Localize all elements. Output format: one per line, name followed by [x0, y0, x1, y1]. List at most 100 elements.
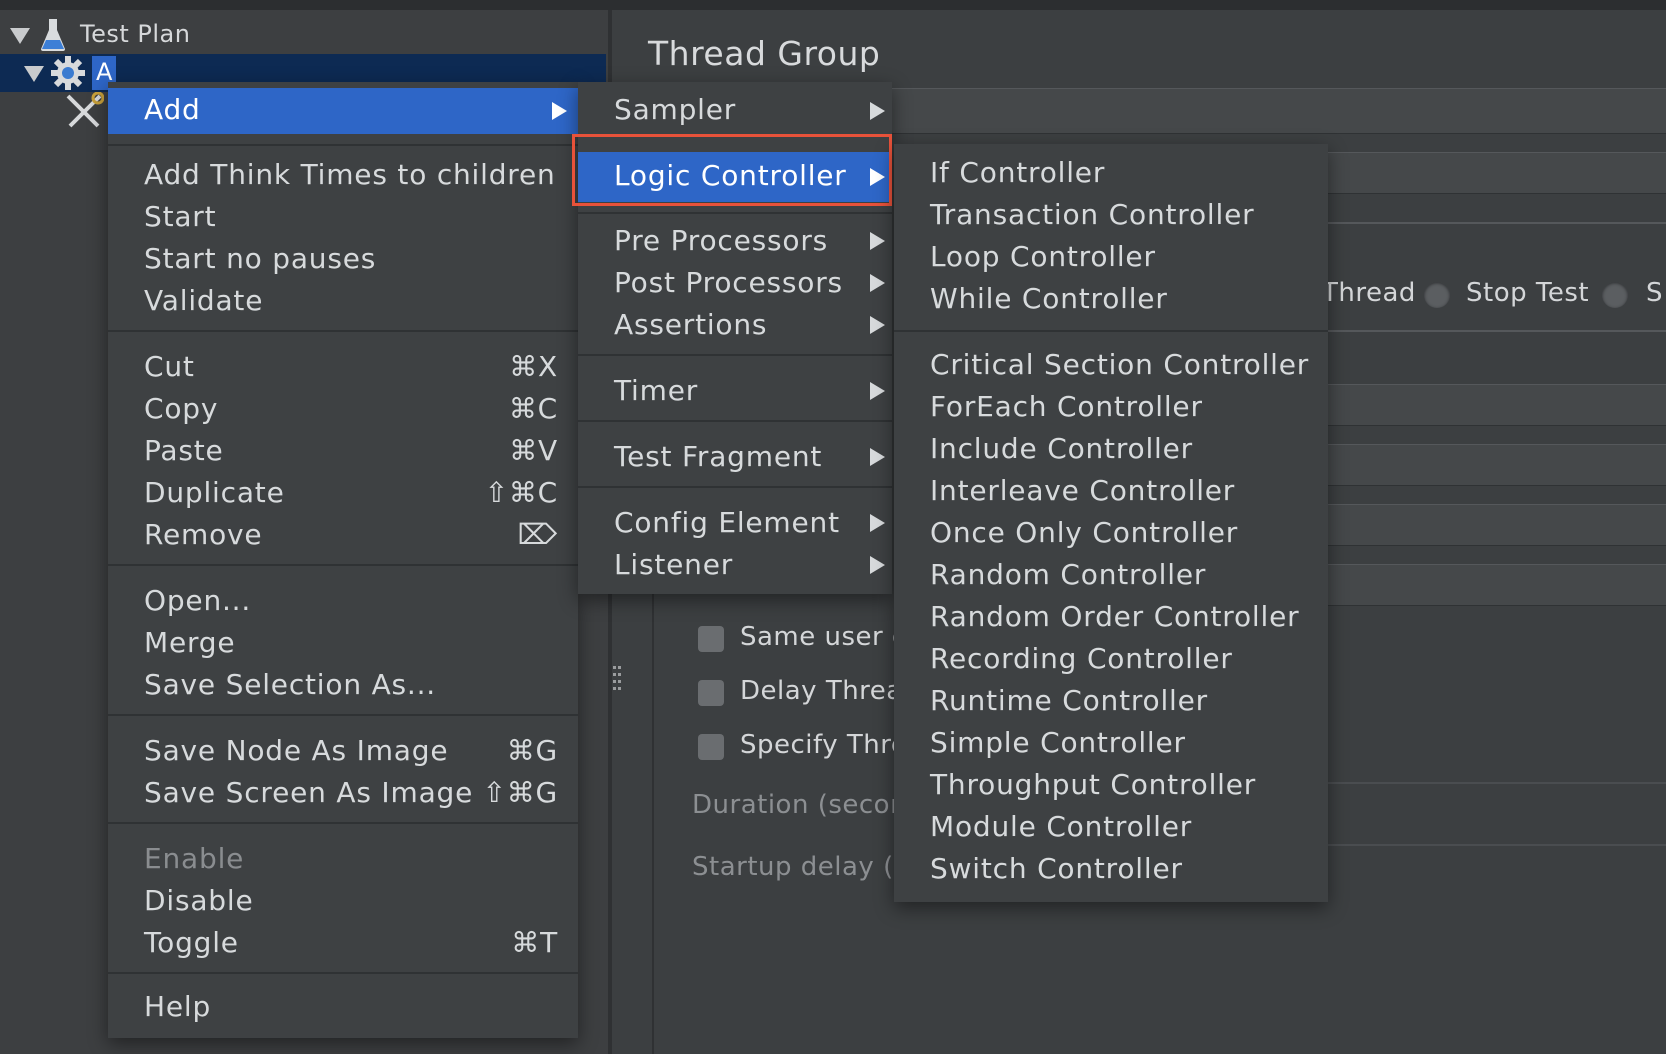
menu-separator	[578, 420, 892, 422]
menu-item-add[interactable]: Add	[108, 88, 578, 134]
tools-icon	[66, 92, 104, 128]
menu-item-duplicate[interactable]: Duplicate ⇧⌘C	[108, 472, 578, 514]
submenu-arrow-icon	[870, 232, 885, 250]
radio-label-stop-test: Stop Test	[1466, 278, 1590, 308]
menu-item-copy[interactable]: Copy ⌘C	[108, 388, 578, 430]
shortcut-cut: ⌘X	[509, 350, 558, 383]
menu-item-disable[interactable]: Disable	[108, 880, 578, 922]
submenu-arrow-icon	[870, 102, 885, 120]
checkbox-label-specify-thread: Specify Thre	[740, 730, 908, 760]
expand-triangle-icon[interactable]	[10, 28, 30, 44]
loop-count-field[interactable]	[1320, 504, 1666, 546]
lc-item-random-order-controller[interactable]: Random Order Controller	[894, 596, 1328, 638]
flask-icon	[41, 19, 65, 51]
menu-item-paste[interactable]: Paste ⌘V	[108, 430, 578, 472]
radio-stop-test[interactable]	[1424, 282, 1450, 308]
menu-item-enable: Enable	[144, 842, 245, 875]
checkbox-label-same-user: Same user o	[740, 622, 909, 652]
lc-item-runtime-controller[interactable]: Runtime Controller	[894, 680, 1328, 722]
drag-handle-icon[interactable]	[612, 664, 622, 694]
menu-item-validate[interactable]: Validate	[108, 280, 578, 322]
section-border	[1320, 330, 1666, 332]
menu-separator	[108, 144, 578, 146]
menu-separator	[108, 564, 578, 566]
submenu-arrow-icon	[870, 448, 885, 466]
name-field[interactable]	[892, 88, 1666, 134]
menu-item-save-selection-as[interactable]: Save Selection As...	[108, 664, 578, 706]
lc-item-transaction-controller[interactable]: Transaction Controller	[894, 194, 1328, 236]
lc-item-simple-controller[interactable]: Simple Controller	[894, 722, 1328, 764]
checkbox-delay-thread[interactable]	[698, 680, 724, 706]
lc-item-foreach-controller[interactable]: ForEach Controller	[894, 386, 1328, 428]
delete-key-icon: ⌦	[517, 518, 558, 551]
rampup-field[interactable]	[1320, 444, 1666, 486]
window-top-edge	[0, 0, 1666, 10]
shortcut-duplicate: ⇧⌘C	[484, 476, 558, 509]
loop-count-field-2[interactable]	[1320, 564, 1666, 606]
tree-label-test-plan: Test Plan	[80, 20, 191, 48]
menu-item-toggle[interactable]: Toggle ⌘T	[108, 922, 578, 964]
lc-item-interleave-controller[interactable]: Interleave Controller	[894, 470, 1328, 512]
startup-delay-label: Startup delay (se	[692, 852, 925, 882]
menu-separator	[578, 354, 892, 356]
shortcut-paste: ⌘V	[509, 434, 558, 467]
comments-field[interactable]	[1320, 152, 1666, 194]
menu-item-add-think-times[interactable]: Add Think Times to children	[108, 154, 578, 196]
radio-label-start-next-thread: Thread	[1322, 278, 1416, 308]
checkbox-label-delay-thread: Delay Threa	[740, 676, 903, 706]
lc-item-if-controller[interactable]: If Controller	[894, 152, 1328, 194]
lc-item-random-controller[interactable]: Random Controller	[894, 554, 1328, 596]
checkbox-specify-thread[interactable]	[698, 734, 724, 760]
menu-item-remove[interactable]: Remove ⌦	[108, 514, 578, 556]
menu-separator	[108, 330, 578, 332]
submenu-item-assertions[interactable]: Assertions	[578, 304, 892, 346]
submenu-arrow-icon	[870, 382, 885, 400]
threads-field[interactable]	[1320, 384, 1666, 426]
lc-item-module-controller[interactable]: Module Controller	[894, 806, 1328, 848]
submenu-arrow-icon	[870, 316, 885, 334]
lc-item-include-controller[interactable]: Include Controller	[894, 428, 1328, 470]
submenu-item-sampler[interactable]: Sampler	[578, 88, 892, 134]
submenu-item-listener[interactable]: Listener	[578, 544, 892, 586]
lc-item-switch-controller[interactable]: Switch Controller	[894, 848, 1328, 890]
lc-item-recording-controller[interactable]: Recording Controller	[894, 638, 1328, 680]
menu-separator	[108, 822, 578, 824]
lc-item-loop-controller[interactable]: Loop Controller	[894, 236, 1328, 278]
checkbox-same-user[interactable]	[698, 626, 724, 652]
lc-item-critical-section-controller[interactable]: Critical Section Controller	[894, 344, 1328, 386]
panel-divider	[652, 590, 654, 1054]
shortcut-copy: ⌘C	[508, 392, 558, 425]
menu-item-save-node-as-image[interactable]: Save Node As Image ⌘G	[108, 730, 578, 772]
menu-item-start-no-pauses[interactable]: Start no pauses	[108, 238, 578, 280]
expand-triangle-icon[interactable]	[24, 66, 44, 82]
menu-item-help[interactable]: Help	[108, 986, 578, 1028]
submenu-arrow-icon	[870, 514, 885, 532]
menu-item-save-screen-as-image[interactable]: Save Screen As Image ⇧⌘G	[108, 772, 578, 814]
lc-item-throughput-controller[interactable]: Throughput Controller	[894, 764, 1328, 806]
menu-item-open[interactable]: Open...	[108, 580, 578, 622]
submenu-item-timer[interactable]: Timer	[578, 370, 892, 412]
menu-separator	[108, 972, 578, 974]
lc-item-while-controller[interactable]: While Controller	[894, 278, 1328, 320]
menu-item-start[interactable]: Start	[108, 196, 578, 238]
submenu-item-test-fragment[interactable]: Test Fragment	[578, 436, 892, 478]
submenu-arrow-icon	[870, 556, 885, 574]
submenu-arrow-icon	[870, 274, 885, 292]
submenu-item-config-element[interactable]: Config Element	[578, 502, 892, 544]
duration-field[interactable]	[1320, 782, 1666, 784]
menu-item-merge[interactable]: Merge	[108, 622, 578, 664]
menu-separator	[578, 486, 892, 488]
radio-stop-test-now[interactable]	[1602, 282, 1628, 308]
menu-separator	[894, 330, 1328, 332]
shortcut-toggle: ⌘T	[511, 926, 558, 959]
logic-controller-submenu: If Controller Transaction Controller Loo…	[894, 144, 1328, 902]
tree-row-test-plan[interactable]: Test Plan	[0, 14, 608, 56]
menu-item-cut[interactable]: Cut ⌘X	[108, 346, 578, 388]
lc-item-once-only-controller[interactable]: Once Only Controller	[894, 512, 1328, 554]
startup-delay-field[interactable]	[1320, 844, 1666, 846]
menu-separator	[578, 212, 892, 214]
gear-icon	[51, 56, 85, 90]
radio-label-stop-test-now: S	[1646, 278, 1664, 308]
submenu-item-pre-processors[interactable]: Pre Processors	[578, 220, 892, 262]
submenu-item-post-processors[interactable]: Post Processors	[578, 262, 892, 304]
